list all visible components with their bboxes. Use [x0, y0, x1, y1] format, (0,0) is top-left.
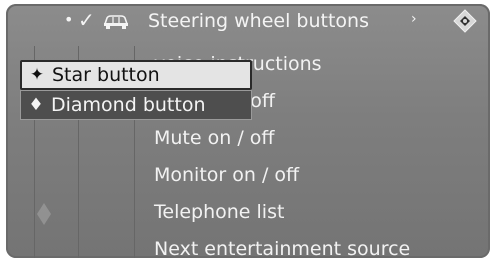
- menu-item-next-entertainment-source[interactable]: Next entertainment source: [146, 231, 486, 258]
- diamond-icon: ♦: [28, 95, 44, 115]
- menu-item-mute-toggle[interactable]: Mute on / off: [146, 120, 486, 157]
- popup-option-label: Star button: [52, 64, 160, 86]
- header-bar: • ✓ Steering wheel buttons ›: [6, 4, 490, 40]
- menu-item-monitor-toggle[interactable]: Monitor on / off: [146, 157, 486, 194]
- menu-item-telephone-list[interactable]: Telephone list: [146, 194, 486, 231]
- diamond-controller-icon: [453, 9, 477, 33]
- button-select-popup: ✦ Star button ♦ Diamond button: [20, 60, 252, 120]
- header-dot: •: [64, 10, 74, 29]
- page-title: Steering wheel buttons: [148, 10, 369, 32]
- side-diamond-icon: [37, 203, 51, 225]
- check-icon: ✓: [78, 8, 95, 32]
- car-settings-icon: [103, 15, 129, 29]
- star-icon: ✦: [29, 65, 45, 85]
- idrive-screen: • ✓ Steering wheel buttons › voice instr…: [6, 4, 490, 258]
- popup-option-star-button[interactable]: ✦ Star button: [20, 60, 252, 90]
- popup-option-diamond-button[interactable]: ♦ Diamond button: [20, 90, 252, 120]
- chevron-right-icon[interactable]: ›: [411, 11, 417, 27]
- popup-option-label: Diamond button: [51, 94, 206, 116]
